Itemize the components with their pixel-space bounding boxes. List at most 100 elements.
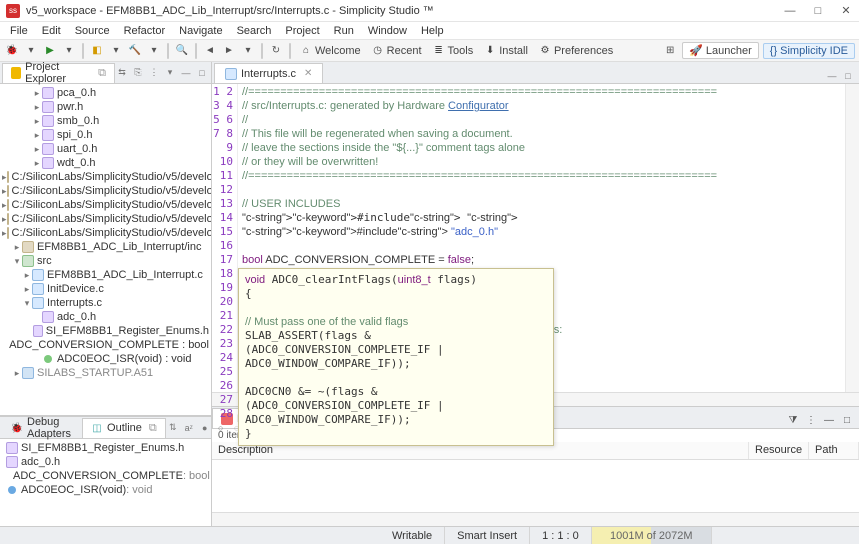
tree-item[interactable]: adc_0.h	[0, 310, 211, 324]
twist-icon[interactable]: ▸	[2, 170, 7, 184]
twist-icon[interactable]: ▸	[32, 100, 42, 114]
twist-icon[interactable]: ▸	[12, 366, 22, 380]
dropdown-icon[interactable]: ▾	[146, 43, 162, 59]
tools-button[interactable]: ≣Tools	[429, 44, 478, 58]
project-explorer-tree[interactable]: ▸pca_0.h▸pwr.h▸smb_0.h▸spi_0.h▸uart_0.h▸…	[0, 84, 211, 415]
minimize-button[interactable]: —	[783, 4, 797, 18]
simplicity-ide-perspective[interactable]: {}Simplicity IDE	[763, 43, 855, 59]
launcher-perspective[interactable]: 🚀Launcher	[682, 42, 759, 59]
menu-help[interactable]: Help	[415, 24, 450, 38]
tree-item[interactable]: ▸EFM8BB1_ADC_Lib_Interrupt/inc	[0, 240, 211, 254]
debug-icon[interactable]: 🐞	[4, 43, 20, 59]
recent-button[interactable]: ◷Recent	[368, 44, 426, 58]
twist-icon[interactable]: ▸	[32, 156, 42, 170]
view-menu-icon[interactable]: ▾	[163, 66, 177, 80]
tree-item[interactable]: ▸pwr.h	[0, 100, 211, 114]
hammer-icon[interactable]: 🔨	[127, 43, 143, 59]
tree-item[interactable]: ▸C:/SiliconLabs/SimplicityStudio/v5/deve…	[0, 198, 211, 212]
minimize-view-icon[interactable]: —	[821, 412, 837, 428]
outline-body[interactable]: SI_EFM8BB1_Register_Enums.hadc_0.hADC_CO…	[0, 439, 211, 526]
filter-icon[interactable]: ⧩	[785, 412, 801, 428]
profile-icon[interactable]: ◧	[89, 43, 105, 59]
tree-item[interactable]: ▸pca_0.h	[0, 86, 211, 100]
tree-item[interactable]: ▾Interrupts.c	[0, 296, 211, 310]
back-icon[interactable]: ◄	[202, 43, 218, 59]
twist-icon[interactable]: ▾	[22, 296, 32, 310]
problems-hscroll[interactable]	[212, 512, 859, 526]
tree-item[interactable]: ▸C:/SiliconLabs/SimplicityStudio/v5/deve…	[0, 226, 211, 240]
minimize-view-icon[interactable]: —	[179, 66, 193, 80]
tree-item[interactable]: ▸C:/SiliconLabs/SimplicityStudio/v5/deve…	[0, 212, 211, 226]
tree-item[interactable]: ADC_CONVERSION_COMPLETE : bool	[0, 338, 211, 352]
tree-item[interactable]: ▸C:/SiliconLabs/SimplicityStudio/v5/deve…	[0, 170, 211, 184]
outline-item[interactable]: SI_EFM8BB1_Register_Enums.h	[4, 441, 207, 455]
tree-item[interactable]: ▸SILABS_STARTUP.A51	[0, 366, 211, 380]
forward-icon[interactable]: ►	[221, 43, 237, 59]
dropdown-icon[interactable]: ▾	[240, 43, 256, 59]
close-tab-icon[interactable]: ✕	[304, 68, 312, 79]
maximize-view-icon[interactable]: □	[195, 66, 209, 80]
tree-item[interactable]: SI_EFM8BB1_Register_Enums.h	[0, 324, 211, 338]
az-icon[interactable]: aᶻ	[182, 421, 196, 435]
collapse-all-icon[interactable]: ⇆	[115, 66, 129, 80]
open-perspective-icon[interactable]: ⊞	[662, 43, 678, 59]
menu-project[interactable]: Project	[279, 24, 325, 38]
status-memory[interactable]: 1001M of 2072M	[592, 527, 712, 544]
debug-adapters-tab[interactable]: 🐞 Debug Adapters	[2, 418, 80, 438]
close-button[interactable]: ✕	[839, 4, 853, 18]
install-button[interactable]: ⬇Install	[480, 44, 532, 58]
tree-item[interactable]: ▸InitDevice.c	[0, 282, 211, 296]
hide-fields-icon[interactable]: ●	[198, 421, 212, 435]
tree-item[interactable]: ▸smb_0.h	[0, 114, 211, 128]
reload-icon[interactable]: ↻	[268, 43, 284, 59]
dropdown-icon[interactable]: ▾	[23, 43, 39, 59]
minimize-editor-icon[interactable]: —	[825, 69, 839, 83]
maximize-editor-icon[interactable]: □	[841, 69, 855, 83]
tree-item[interactable]: ▸wdt_0.h	[0, 156, 211, 170]
maximize-view-icon[interactable]: □	[839, 412, 855, 428]
hide-static-icon[interactable]: ○	[214, 421, 228, 435]
table-body[interactable]	[212, 460, 859, 512]
outline-tab[interactable]: ◫ Outline ⧉	[82, 418, 166, 438]
twist-icon[interactable]: ▸	[12, 240, 22, 254]
menu-edit[interactable]: Edit	[36, 24, 67, 38]
run-icon[interactable]: ▶	[42, 43, 58, 59]
view-menu-icon[interactable]: ⋮	[803, 412, 819, 428]
editor-scrollbar[interactable]	[845, 84, 859, 392]
tree-item[interactable]: ▸C:/SiliconLabs/SimplicityStudio/v5/deve…	[0, 184, 211, 198]
twist-icon[interactable]: ▸	[2, 226, 7, 240]
link-editor-icon[interactable]: ⎘	[131, 66, 145, 80]
twist-icon[interactable]: ▸	[2, 184, 7, 198]
project-explorer-tab[interactable]: Project Explorer ⧉	[2, 63, 115, 83]
dropdown-icon[interactable]: ▾	[61, 43, 77, 59]
twist-icon[interactable]: ▸	[22, 282, 32, 296]
code-editor[interactable]: 1 2 3 4 5 6 7 8 9 10 11 12 13 14 15 16 1…	[212, 84, 859, 392]
maximize-button[interactable]: □	[811, 4, 825, 18]
search-icon[interactable]: 🔍	[174, 43, 190, 59]
twist-icon[interactable]: ▸	[32, 128, 42, 142]
menu-run[interactable]: Run	[328, 24, 360, 38]
tree-item[interactable]: ▸spi_0.h	[0, 128, 211, 142]
pin-icon[interactable]: ⧉	[149, 422, 157, 435]
menu-file[interactable]: File	[4, 24, 34, 38]
col-resource[interactable]: Resource	[749, 442, 809, 459]
tree-item[interactable]: ▸EFM8BB1_ADC_Lib_Interrupt.c	[0, 268, 211, 282]
filter-icon[interactable]: ⋮	[147, 66, 161, 80]
menu-source[interactable]: Source	[69, 24, 116, 38]
pin-icon[interactable]: ⧉	[98, 67, 106, 80]
outline-item[interactable]: ADC_CONVERSION_COMPLETE : bool	[4, 469, 207, 483]
col-path[interactable]: Path	[809, 442, 859, 459]
editor-tab-interrupts[interactable]: Interrupts.c ✕	[214, 63, 323, 83]
sort-icon[interactable]: ⇅	[166, 421, 180, 435]
tree-item[interactable]: ADC0EOC_ISR(void) : void	[0, 352, 211, 366]
twist-icon[interactable]: ▸	[32, 142, 42, 156]
menu-navigate[interactable]: Navigate	[173, 24, 228, 38]
menu-refactor[interactable]: Refactor	[118, 24, 172, 38]
twist-icon[interactable]: ▸	[2, 212, 7, 226]
dropdown-icon[interactable]: ▾	[108, 43, 124, 59]
twist-icon[interactable]: ▸	[22, 268, 32, 282]
menu-search[interactable]: Search	[231, 24, 278, 38]
twist-icon[interactable]: ▸	[2, 198, 7, 212]
tree-item[interactable]: ▸uart_0.h	[0, 142, 211, 156]
twist-icon[interactable]: ▾	[12, 254, 22, 268]
